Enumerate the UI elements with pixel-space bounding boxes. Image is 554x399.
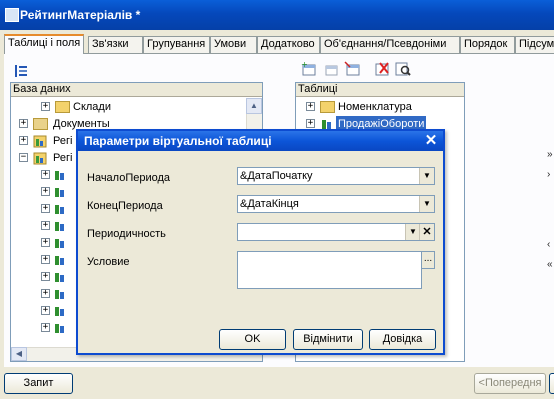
scroll-left-arrow-icon[interactable]: ◀	[11, 347, 27, 361]
window-title: РейтингМатеріалів *	[20, 8, 141, 22]
tree-subitem[interactable]: +	[41, 167, 81, 183]
dialog-title: Параметри віртуальної таблиці	[84, 134, 272, 148]
table-icon	[53, 254, 67, 267]
field-label-period-end: КонецПериода	[87, 200, 163, 212]
table-icon	[53, 186, 67, 199]
tab-grouping[interactable]: Групування	[143, 36, 210, 53]
collapse-icon[interactable]	[12, 62, 30, 80]
expand-icon[interactable]: +	[41, 255, 50, 264]
table-icon	[53, 203, 67, 216]
expand-icon[interactable]: +	[41, 187, 50, 196]
add-nested-icon[interactable]	[322, 60, 340, 78]
expand-icon[interactable]: +	[41, 221, 50, 230]
expand-icon[interactable]: +	[306, 119, 315, 128]
close-icon[interactable]: ✕	[423, 133, 439, 149]
expand-icon[interactable]: +	[41, 289, 50, 298]
field-label-periodicity: Периодичность	[87, 228, 166, 240]
expand-icon[interactable]: +	[41, 323, 50, 332]
virtual-table-params-dialog: Параметри віртуальної таблиці ✕ НачалоПе…	[76, 129, 445, 355]
tree-subitem[interactable]: +	[41, 269, 81, 285]
tree-item-label: Регі	[53, 152, 73, 164]
expand-icon[interactable]: +	[41, 238, 50, 247]
tab-links[interactable]: Зв'язки	[88, 36, 143, 53]
field-label-period-start: НачалоПериода	[87, 172, 171, 184]
chevron-down-icon[interactable]: ▼	[419, 196, 434, 212]
clear-icon[interactable]: ✕	[419, 224, 434, 240]
find-icon[interactable]	[394, 60, 412, 78]
chevron-down-icon[interactable]: ▼	[405, 224, 420, 240]
tree-item-warehouses[interactable]: + Склади	[41, 99, 241, 115]
period-start-field[interactable]: &ДатаПочатку ▼	[237, 167, 435, 185]
help-button[interactable]: Довідка	[369, 329, 436, 350]
tree-subitem[interactable]: +	[41, 252, 81, 268]
expand-icon[interactable]: +	[19, 136, 28, 145]
table-icon	[53, 322, 67, 335]
expand-icon[interactable]: +	[19, 119, 28, 128]
register-icon	[33, 152, 47, 165]
tab-order[interactable]: Порядок	[460, 36, 515, 53]
expand-icon[interactable]: +	[41, 306, 50, 315]
tables-tree-header: Таблиці	[296, 83, 464, 97]
period-start-value: &ДатаПочатку	[240, 170, 313, 182]
dialog-title-bar[interactable]: Параметри віртуальної таблиці	[78, 131, 443, 151]
tree-subitem[interactable]: +	[41, 218, 81, 234]
tree-item-label: Номенклатура	[338, 101, 412, 113]
ellipsis-button[interactable]: ...	[421, 251, 435, 269]
tree-subitem[interactable]: +	[41, 286, 81, 302]
move-right-arrow-icon[interactable]: »	[547, 149, 553, 160]
move-right-single-icon[interactable]: ›	[547, 169, 550, 180]
table-icon	[53, 169, 67, 182]
tree-subitem[interactable]: +	[41, 320, 81, 336]
table-icon	[53, 305, 67, 318]
expand-icon[interactable]: +	[41, 170, 50, 179]
tab-strip: Таблиці і поля Зв'язки Групування Умови …	[4, 34, 554, 54]
expand-icon[interactable]: +	[41, 204, 50, 213]
tree-subitem[interactable]: +	[41, 184, 81, 200]
field-label-condition: Условие	[87, 256, 130, 268]
table-icon	[53, 237, 67, 250]
scroll-up-arrow-icon[interactable]: ▲	[246, 98, 262, 114]
delete-icon[interactable]	[374, 60, 392, 78]
table-item-nomenclature[interactable]: + Номенклатура	[306, 99, 456, 115]
tab-totals[interactable]: Підсум	[515, 36, 554, 53]
tab-tables-fields[interactable]: Таблиці і поля	[4, 34, 84, 54]
period-end-value: &ДатаКінця	[240, 198, 299, 210]
expand-icon[interactable]: +	[41, 102, 50, 111]
periodicity-field[interactable]: ▼ ✕	[237, 223, 435, 241]
collapse-node-icon[interactable]: −	[19, 153, 28, 162]
edit-table-icon[interactable]	[344, 60, 362, 78]
documents-icon	[33, 118, 48, 130]
window-title-bar[interactable]: РейтингМатеріалів *	[0, 0, 554, 30]
table-icon	[53, 220, 67, 233]
move-left-arrow-icon[interactable]: «	[547, 259, 553, 270]
move-left-single-icon[interactable]: ‹	[547, 239, 550, 250]
cancel-button[interactable]: Відмінити	[293, 329, 363, 350]
period-end-field[interactable]: &ДатаКінця ▼	[237, 195, 435, 213]
query-button[interactable]: Запит	[4, 373, 73, 394]
chevron-down-icon[interactable]: ▼	[419, 168, 434, 184]
expand-icon[interactable]: +	[41, 272, 50, 281]
database-tree-header: База даних	[11, 83, 262, 97]
add-table-icon[interactable]: +	[300, 60, 318, 78]
tab-union-aliases[interactable]: Об'єднання/Псевдоніми	[320, 36, 460, 53]
previous-button[interactable]: <Попередня	[474, 373, 546, 394]
tree-item-label: Регі	[53, 135, 73, 147]
folder-icon	[320, 101, 335, 113]
table-icon	[53, 288, 67, 301]
expand-icon[interactable]: +	[306, 102, 315, 111]
condition-field[interactable]	[237, 251, 422, 289]
next-button-partial[interactable]	[549, 373, 554, 394]
app-icon	[5, 8, 19, 22]
tree-item-label: Склади	[73, 101, 111, 113]
ok-button[interactable]: OK	[219, 329, 286, 350]
folder-icon	[55, 101, 70, 113]
svg-text:+: +	[301, 60, 308, 69]
table-icon	[53, 271, 67, 284]
tree-subitem[interactable]: +	[41, 303, 81, 319]
tab-conditions[interactable]: Умови	[210, 36, 257, 53]
register-icon	[33, 135, 47, 148]
tree-subitem[interactable]: +	[41, 235, 81, 251]
tree-subitem[interactable]: +	[41, 201, 81, 217]
tab-additional[interactable]: Додатково	[257, 36, 320, 53]
